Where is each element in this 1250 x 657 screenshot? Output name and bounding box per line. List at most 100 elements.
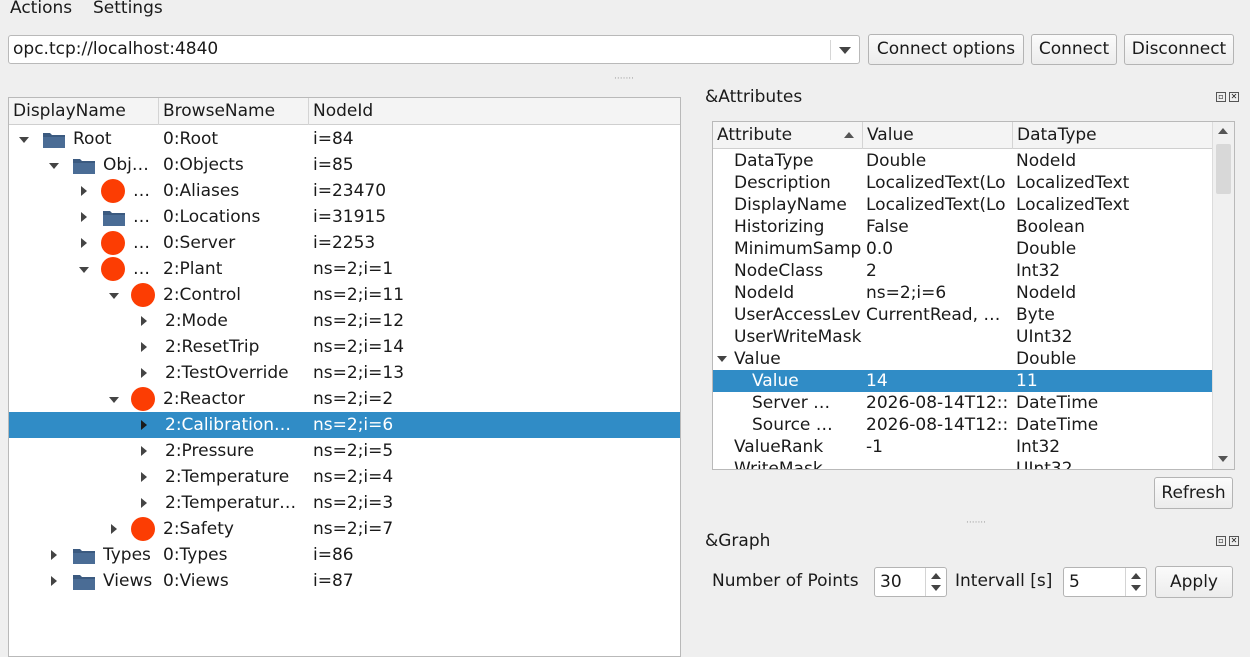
scroll-down-icon[interactable]: [1218, 456, 1228, 462]
attribute-row[interactable]: Server … 2026-08-14T12:: DateTime: [713, 392, 1212, 414]
close-icon[interactable]: ✕: [1229, 536, 1239, 546]
menu-settings[interactable]: Settings: [93, 0, 163, 18]
column-nodeid[interactable]: NodeId: [309, 98, 680, 125]
attribute-name: NodeId: [734, 283, 795, 303]
spin-buttons: [1125, 568, 1146, 596]
column-displayname[interactable]: DisplayName: [9, 98, 159, 125]
float-icon[interactable]: ▫: [1216, 536, 1226, 546]
tree-display-name: 2:Temperature: [165, 467, 290, 487]
attribute-row[interactable]: UserAccessLev CurrentRead, … Byte: [713, 304, 1212, 326]
combo-separator: [830, 40, 831, 60]
spin-up-icon[interactable]: [1131, 573, 1141, 579]
tree-display-name: Views: [103, 571, 153, 591]
dock-splitter-handle[interactable]: ·······: [966, 518, 986, 528]
tree-row[interactable]: 2:ResetTrip ns=2;i=14: [9, 334, 680, 360]
float-icon[interactable]: ▫: [1216, 92, 1226, 102]
splitter-handle[interactable]: ·······: [614, 74, 634, 84]
column-datatype[interactable]: DataType: [1013, 122, 1212, 149]
menu-actions[interactable]: Actions: [10, 0, 72, 18]
tree-row[interactable]: 2:Mode ns=2;i=12: [9, 308, 680, 334]
attribute-name: ValueRank: [734, 437, 824, 457]
chevron-down-icon[interactable]: [79, 267, 89, 273]
chevron-down-icon[interactable]: [109, 397, 119, 403]
spin-buttons: [925, 568, 946, 596]
spin-up-icon[interactable]: [931, 573, 941, 579]
attribute-row[interactable]: Historizing False Boolean: [713, 216, 1212, 238]
chevron-right-icon[interactable]: [81, 186, 87, 196]
tree-row[interactable]: Views 0:Views i=87: [9, 568, 680, 594]
tree-row[interactable]: 2:TestOverride ns=2;i=13: [9, 360, 680, 386]
chevron-right-icon[interactable]: [141, 342, 147, 352]
chevron-right-icon[interactable]: [141, 420, 147, 430]
tree-node-id: ns=2;i=5: [313, 441, 394, 461]
tree-row[interactable]: 2:Temperatur… ns=2;i=3: [9, 490, 680, 516]
connect-button[interactable]: Connect: [1031, 34, 1117, 65]
scroll-up-icon[interactable]: [1218, 128, 1228, 134]
attribute-row[interactable]: ValueRank -1 Int32: [713, 436, 1212, 458]
number-of-points-spinbox[interactable]: 30: [874, 567, 947, 597]
attribute-row[interactable]: Value Double: [713, 348, 1212, 370]
chevron-down-icon[interactable]: [19, 137, 29, 143]
refresh-button[interactable]: Refresh: [1154, 477, 1233, 509]
attribute-row[interactable]: MinimumSamp 0.0 Double: [713, 238, 1212, 260]
attribute-datatype: Int32: [1016, 437, 1061, 457]
chevron-down-icon[interactable]: [49, 163, 59, 169]
attribute-row[interactable]: NodeClass 2 Int32: [713, 260, 1212, 282]
tree-row[interactable]: Obj… 0:Objects i=85: [9, 152, 680, 178]
attribute-row[interactable]: NodeId ns=2;i=6 NodeId: [713, 282, 1212, 304]
column-attribute[interactable]: Attribute: [713, 122, 863, 149]
chevron-right-icon[interactable]: [141, 316, 147, 326]
chevron-down-icon[interactable]: [109, 293, 119, 299]
connect-options-button[interactable]: Connect options: [868, 34, 1024, 65]
chevron-down-icon[interactable]: [717, 356, 727, 362]
tree-row[interactable]: … 0:Aliases i=23470: [9, 178, 680, 204]
close-icon[interactable]: ✕: [1229, 92, 1239, 102]
column-value[interactable]: Value: [863, 122, 1013, 149]
attribute-row[interactable]: Value 14 11: [713, 370, 1212, 392]
chevron-right-icon[interactable]: [141, 446, 147, 456]
tree-row[interactable]: Root 0:Root i=84: [9, 126, 680, 152]
attribute-value: Double: [866, 151, 927, 171]
attributes-table[interactable]: Attribute Value DataType DataType Double N…: [712, 121, 1235, 470]
chevron-right-icon[interactable]: [51, 550, 57, 560]
tree-row[interactable]: 2:Reactor ns=2;i=2: [9, 386, 680, 412]
tree-row[interactable]: … 0:Server i=2253: [9, 230, 680, 256]
attribute-row[interactable]: UserWriteMask UInt32: [713, 326, 1212, 348]
attribute-row[interactable]: DisplayName LocalizedText(Lo LocalizedText: [713, 194, 1212, 216]
attribute-row[interactable]: Source … 2026-08-14T12:: DateTime: [713, 414, 1212, 436]
spin-down-icon[interactable]: [1131, 585, 1141, 591]
tree-row[interactable]: … 2:Plant ns=2;i=1: [9, 256, 680, 282]
chevron-right-icon[interactable]: [81, 212, 87, 222]
tree-row[interactable]: 2:Pressure ns=2;i=5: [9, 438, 680, 464]
tree-row[interactable]: Types 0:Types i=86: [9, 542, 680, 568]
attributes-scrollbar[interactable]: [1212, 122, 1234, 469]
attribute-datatype: Byte: [1016, 305, 1055, 325]
disconnect-button[interactable]: Disconnect: [1124, 34, 1234, 65]
interval-spinbox[interactable]: 5: [1063, 567, 1147, 597]
chevron-right-icon[interactable]: [111, 524, 117, 534]
address-space-tree[interactable]: DisplayName BrowseName NodeId Root 0:Root…: [8, 97, 681, 657]
tree-row[interactable]: 2:Safety ns=2;i=7: [9, 516, 680, 542]
attribute-row[interactable]: WriteMask UInt32: [713, 458, 1212, 469]
chevron-right-icon[interactable]: [81, 238, 87, 248]
chevron-right-icon[interactable]: [141, 498, 147, 508]
chevron-right-icon[interactable]: [141, 472, 147, 482]
apply-button[interactable]: Apply: [1155, 566, 1233, 598]
spin-down-icon[interactable]: [931, 585, 941, 591]
tree-row[interactable]: 2:Calibration… ns=2;i=6: [9, 412, 680, 438]
attribute-name: Server …: [752, 393, 831, 413]
attribute-row[interactable]: Description LocalizedText(Lo LocalizedText: [713, 172, 1212, 194]
server-url-combo[interactable]: opc.tcp://localhost:4840: [8, 35, 860, 64]
graph-dock-buttons: ▫ ✕: [1216, 536, 1242, 548]
attribute-row[interactable]: DataType Double NodeId: [713, 150, 1212, 172]
tree-row[interactable]: 2:Temperature ns=2;i=4: [9, 464, 680, 490]
interval-label: Intervall [s]: [955, 571, 1053, 591]
tree-row[interactable]: … 0:Locations i=31915: [9, 204, 680, 230]
column-browsename[interactable]: BrowseName: [159, 98, 309, 125]
chevron-right-icon[interactable]: [141, 368, 147, 378]
scrollbar-thumb[interactable]: [1216, 144, 1231, 194]
tree-display-name: 2:Control: [163, 285, 241, 305]
tree-row[interactable]: 2:Control ns=2;i=11: [9, 282, 680, 308]
chevron-right-icon[interactable]: [51, 576, 57, 586]
chevron-down-icon[interactable]: [839, 47, 851, 54]
